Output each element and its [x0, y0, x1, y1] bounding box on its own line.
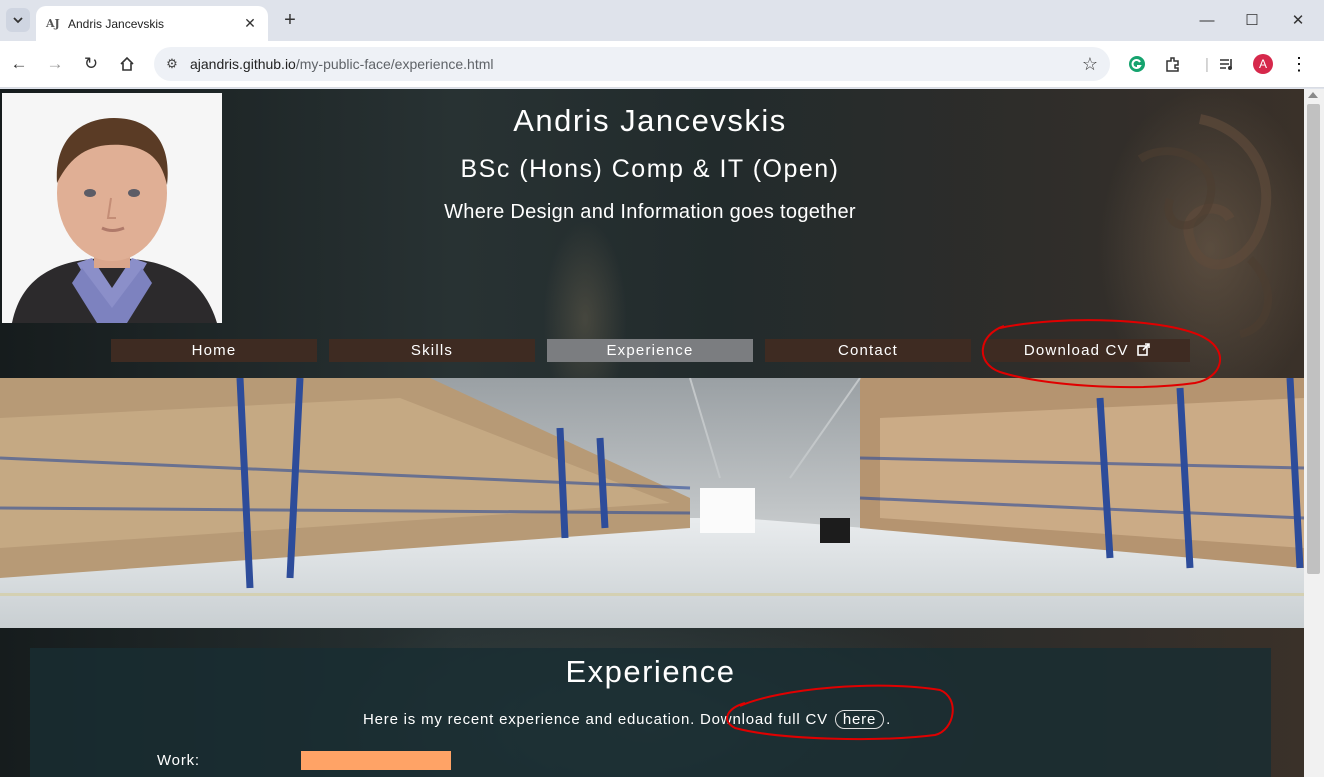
nav-item-home[interactable]: Home	[111, 339, 317, 362]
window-close-icon[interactable]: ✕	[1283, 8, 1313, 34]
browser-tab[interactable]: AJ Andris Jancevskis ✕	[36, 6, 268, 41]
media-queue-icon[interactable]	[1216, 53, 1238, 75]
browser-toolbar: ← → ↻ ⚙ ajandris.github.io/my-public-fac…	[0, 41, 1324, 88]
maximize-icon[interactable]: ☐	[1237, 8, 1267, 34]
external-link-icon	[1137, 343, 1150, 356]
more-menu-icon[interactable]: ⋮	[1288, 53, 1310, 75]
download-cv-here-link[interactable]: here	[834, 710, 885, 729]
url-text: ajandris.github.io/my-public-face/experi…	[190, 56, 494, 72]
address-bar[interactable]: ⚙ ajandris.github.io/my-public-face/expe…	[154, 47, 1110, 81]
nav-item-contact[interactable]: Contact	[765, 339, 971, 362]
tab-title: Andris Jancevskis	[68, 16, 165, 31]
reload-icon[interactable]: ↻	[78, 51, 104, 77]
web-page: Andris Jancevskis BSc (Hons) Comp & IT (…	[0, 89, 1304, 777]
tagline: Where Design and Information goes togeth…	[444, 201, 856, 223]
scrollbar-thumb[interactable]	[1307, 104, 1320, 574]
tab-search-button[interactable]	[6, 8, 30, 32]
profile-photo	[2, 93, 222, 323]
section-title: Experience	[565, 654, 736, 689]
bookmark-star-icon[interactable]: ☆	[1070, 54, 1110, 75]
home-icon[interactable]	[114, 51, 140, 77]
degree-subtitle: BSc (Hons) Comp & IT (Open)	[460, 155, 840, 183]
work-timeline-bar	[301, 751, 451, 770]
back-icon[interactable]: ←	[6, 51, 32, 77]
intro-paragraph: Here is my recent experience and educati…	[363, 710, 892, 729]
close-icon[interactable]: ✕	[242, 15, 258, 32]
site-owner-name: Andris Jancevskis	[513, 103, 787, 138]
work-label: Work:	[157, 752, 200, 769]
tab-strip: AJ Andris Jancevskis ✕ + — ☐ ✕	[0, 0, 1324, 41]
nav-item-skills[interactable]: Skills	[329, 339, 535, 362]
chevron-down-icon	[13, 17, 23, 24]
warehouse-banner-image	[0, 378, 1304, 628]
favicon-icon: AJ	[46, 17, 60, 30]
toolbar-divider: |	[1205, 55, 1209, 73]
minimize-icon[interactable]: —	[1192, 8, 1222, 34]
new-tab-button[interactable]: +	[280, 9, 300, 33]
scroll-up-arrow-icon[interactable]	[1308, 92, 1318, 98]
profile-avatar[interactable]: A	[1252, 53, 1274, 75]
extensions-puzzle-icon[interactable]	[1162, 53, 1184, 75]
site-settings-icon[interactable]: ⚙	[154, 56, 190, 72]
ornament-decoration	[1137, 114, 1272, 338]
experience-section: Experience Here is my recent experience …	[30, 648, 1271, 777]
grammarly-icon[interactable]	[1126, 53, 1148, 75]
site-navigation: Home Skills Experience Contact Download …	[0, 332, 1304, 378]
nav-item-experience[interactable]: Experience	[547, 339, 753, 362]
forward-icon[interactable]: →	[42, 51, 68, 77]
nav-item-download-cv[interactable]: Download CV	[984, 339, 1190, 362]
